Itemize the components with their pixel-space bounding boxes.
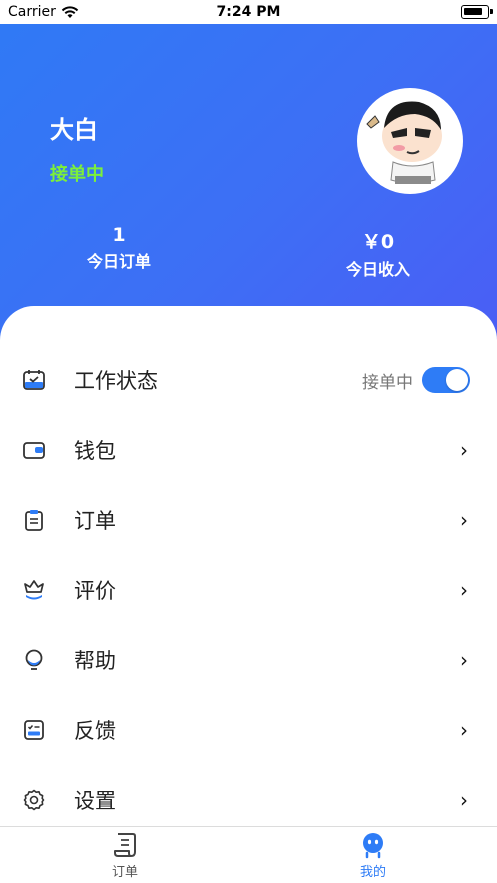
menu-item-feedback[interactable]: 反馈 › <box>0 695 497 765</box>
chevron-right-icon: › <box>460 508 468 532</box>
chevron-right-icon: › <box>460 788 468 812</box>
clock: 7:24 PM <box>216 4 281 20</box>
lotus-icon <box>21 577 47 603</box>
work-status-toggle-text: 接单中 <box>362 372 413 393</box>
tab-orders-label: 订单 <box>111 865 138 880</box>
status-bar: Carrier 7:24 PM <box>0 0 497 24</box>
checklist-icon <box>21 717 47 743</box>
feedback-label: 反馈 <box>74 719 116 743</box>
lightbulb-icon <box>21 647 47 673</box>
today-income-value: ￥0 <box>361 231 395 253</box>
chevron-right-icon: › <box>460 578 468 602</box>
avatar[interactable] <box>357 88 463 194</box>
tab-orders[interactable]: 订单 <box>85 831 165 880</box>
clipboard-icon <box>21 507 47 533</box>
tab-bar: 订单 我的 <box>0 826 497 883</box>
gear-icon <box>21 787 47 813</box>
menu-item-review[interactable]: 评价 › <box>0 555 497 625</box>
chevron-right-icon: › <box>460 438 468 462</box>
today-orders-value: 1 <box>112 224 126 246</box>
help-label: 帮助 <box>74 649 116 673</box>
battery-icon <box>461 5 493 19</box>
work-status-label: 工作状态 <box>74 369 158 393</box>
chevron-right-icon: › <box>460 648 468 672</box>
menu-item-settings[interactable]: 设置 › <box>0 765 497 835</box>
menu-item-orders[interactable]: 订单 › <box>0 485 497 555</box>
review-label: 评价 <box>74 579 116 603</box>
receipt-icon <box>114 833 136 857</box>
settings-label: 设置 <box>74 789 116 813</box>
wallet-icon <box>21 437 47 463</box>
today-income-label: 今日收入 <box>345 260 410 279</box>
user-work-status: 接单中 <box>50 164 104 185</box>
chevron-right-icon: › <box>460 718 468 742</box>
today-income-stat: ￥0 今日收入 <box>318 227 438 280</box>
calendar-check-icon <box>21 367 47 393</box>
avatar-cartoon-image <box>366 101 442 184</box>
menu-item-wallet[interactable]: 钱包 › <box>0 415 497 485</box>
work-status-toggle[interactable] <box>422 367 470 393</box>
menu-item-work-status: 工作状态 接单中 <box>0 345 497 415</box>
today-orders-stat: 1 今日订单 <box>59 224 179 272</box>
orders-label: 订单 <box>74 509 116 533</box>
user-name: 大白 <box>50 116 98 144</box>
wallet-label: 钱包 <box>74 439 116 463</box>
today-orders-label: 今日订单 <box>86 252 151 271</box>
menu-item-help[interactable]: 帮助 › <box>0 625 497 695</box>
tab-mine[interactable]: 我的 <box>333 831 413 880</box>
user-face-icon <box>363 833 383 859</box>
tab-mine-label: 我的 <box>359 865 386 880</box>
